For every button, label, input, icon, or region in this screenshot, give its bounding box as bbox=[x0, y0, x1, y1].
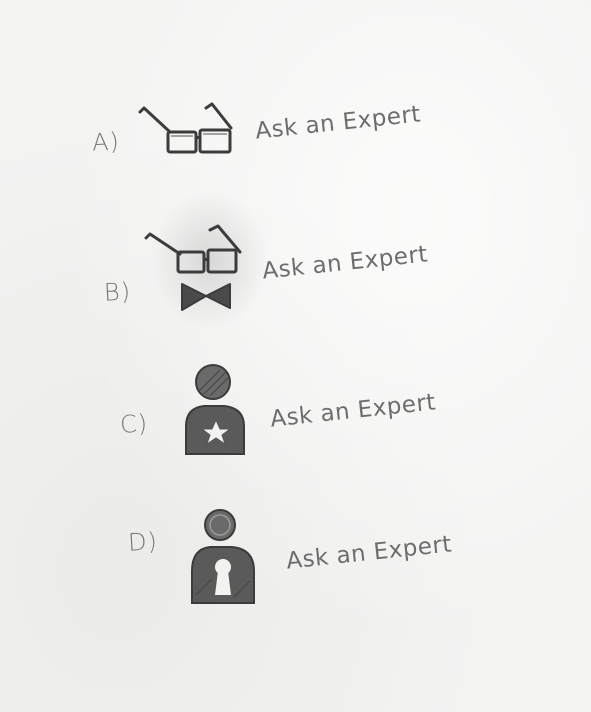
sketch-paper bbox=[0, 0, 591, 712]
person-keyhole-icon bbox=[191, 509, 255, 604]
person-star-icon bbox=[185, 364, 245, 455]
option-c-letter: C) bbox=[119, 409, 149, 439]
option-d-letter: D) bbox=[127, 527, 159, 557]
glasses-icon bbox=[138, 102, 233, 154]
option-a-letter: A) bbox=[91, 127, 121, 157]
option-b-letter: B) bbox=[103, 277, 132, 307]
glasses-bowtie-icon bbox=[144, 224, 242, 311]
